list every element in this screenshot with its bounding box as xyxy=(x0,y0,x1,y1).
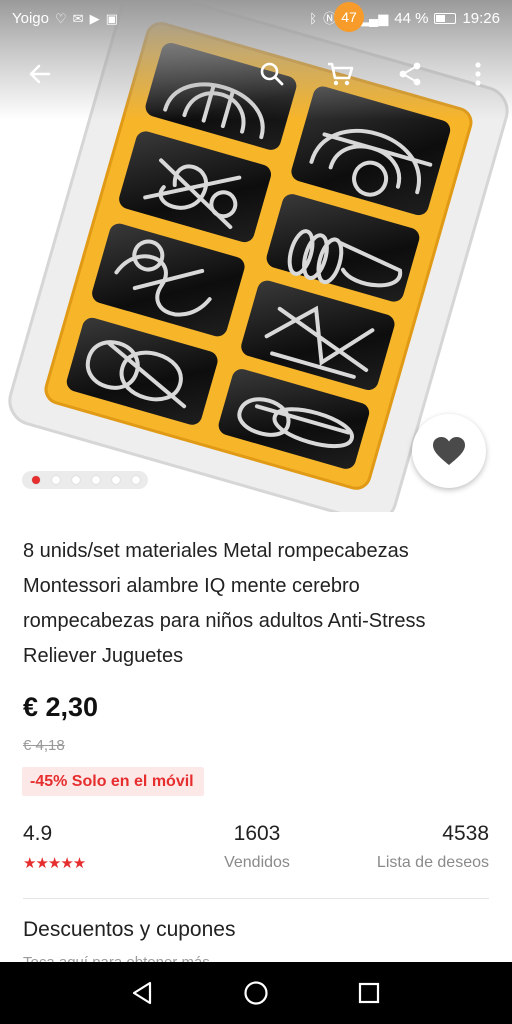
carousel-dot[interactable] xyxy=(32,476,40,484)
mail-icon: ✉ xyxy=(72,10,84,26)
product-stats: 4.9 ★★★★★ 1603 Vendidos 4538 Lista de de… xyxy=(23,822,489,878)
share-button[interactable] xyxy=(390,54,430,94)
status-left: Yoigo ♡ ✉ ▶ ▣ xyxy=(12,10,118,27)
search-icon xyxy=(260,62,284,86)
triangle-back-icon xyxy=(132,981,152,1005)
cart-icon xyxy=(328,62,354,86)
rating-stat[interactable]: 4.9 ★★★★★ xyxy=(23,822,86,872)
more-options-button[interactable] xyxy=(458,54,498,94)
back-arrow-icon xyxy=(29,64,51,84)
wishlist-label: Lista de deseos xyxy=(376,854,489,871)
carousel-dot[interactable] xyxy=(92,476,100,484)
product-title: 8 unids/set materiales Metal rompecabeza… xyxy=(23,540,426,667)
image-notification-icon: ▣ xyxy=(105,10,118,26)
search-button[interactable] xyxy=(252,54,292,94)
add-to-wishlist-button[interactable] xyxy=(412,414,486,488)
heart-outline-icon: ♡ xyxy=(55,10,67,26)
square-recents-icon xyxy=(358,982,380,1004)
nav-recents-button[interactable] xyxy=(354,978,384,1008)
nav-back-button[interactable] xyxy=(127,978,157,1008)
system-navigation-bar xyxy=(0,962,512,1024)
app-toolbar xyxy=(0,44,512,104)
product-image-area[interactable]: Yoigo ♡ ✉ ▶ ▣ ᛒ Ⓝ ≋ ▂▄▆ 44 % 19:26 xyxy=(0,0,512,512)
wishlist-count: 4538 xyxy=(442,822,489,845)
cart-button[interactable] xyxy=(320,54,360,94)
more-vertical-icon xyxy=(475,62,481,86)
original-price: € 4,18 xyxy=(23,737,65,754)
current-price: € 2,30 xyxy=(23,692,99,722)
carousel-dot[interactable] xyxy=(112,476,120,484)
bluetooth-icon: ᛒ xyxy=(309,10,318,26)
status-bar: Yoigo ♡ ✉ ▶ ▣ ᛒ Ⓝ ≋ ▂▄▆ 44 % 19:26 xyxy=(0,0,512,36)
sold-stat: 1603 Vendidos xyxy=(219,822,295,872)
play-store-icon: ▶ xyxy=(89,10,100,26)
sold-count: 1603 xyxy=(233,822,281,845)
heart-icon xyxy=(433,437,465,465)
rating-value: 4.9 xyxy=(23,822,53,845)
coupons-section-title[interactable]: Descuentos y cupones xyxy=(23,918,235,942)
back-button[interactable] xyxy=(20,54,60,94)
wishlist-stat: 4538 Lista de deseos xyxy=(377,822,489,872)
discount-badge: -45% Solo en el móvil xyxy=(22,767,204,796)
sold-label: Vendidos xyxy=(224,854,290,871)
carousel-dot[interactable] xyxy=(132,476,140,484)
battery-percent: 44 % xyxy=(394,9,429,27)
circle-home-icon xyxy=(244,981,268,1005)
star-rating-icon: ★★★★★ xyxy=(23,855,86,872)
carrier-name: Yoigo xyxy=(12,9,49,27)
clock: 19:26 xyxy=(462,9,500,27)
cart-count-badge: 47 xyxy=(334,2,364,32)
nav-home-button[interactable] xyxy=(241,978,271,1008)
carousel-dot[interactable] xyxy=(52,476,60,484)
battery-fill xyxy=(436,14,446,22)
section-divider xyxy=(23,898,489,899)
battery-icon xyxy=(434,12,457,24)
carousel-dot[interactable] xyxy=(72,476,80,484)
share-icon xyxy=(399,62,421,86)
image-carousel-indicator[interactable] xyxy=(22,471,148,489)
